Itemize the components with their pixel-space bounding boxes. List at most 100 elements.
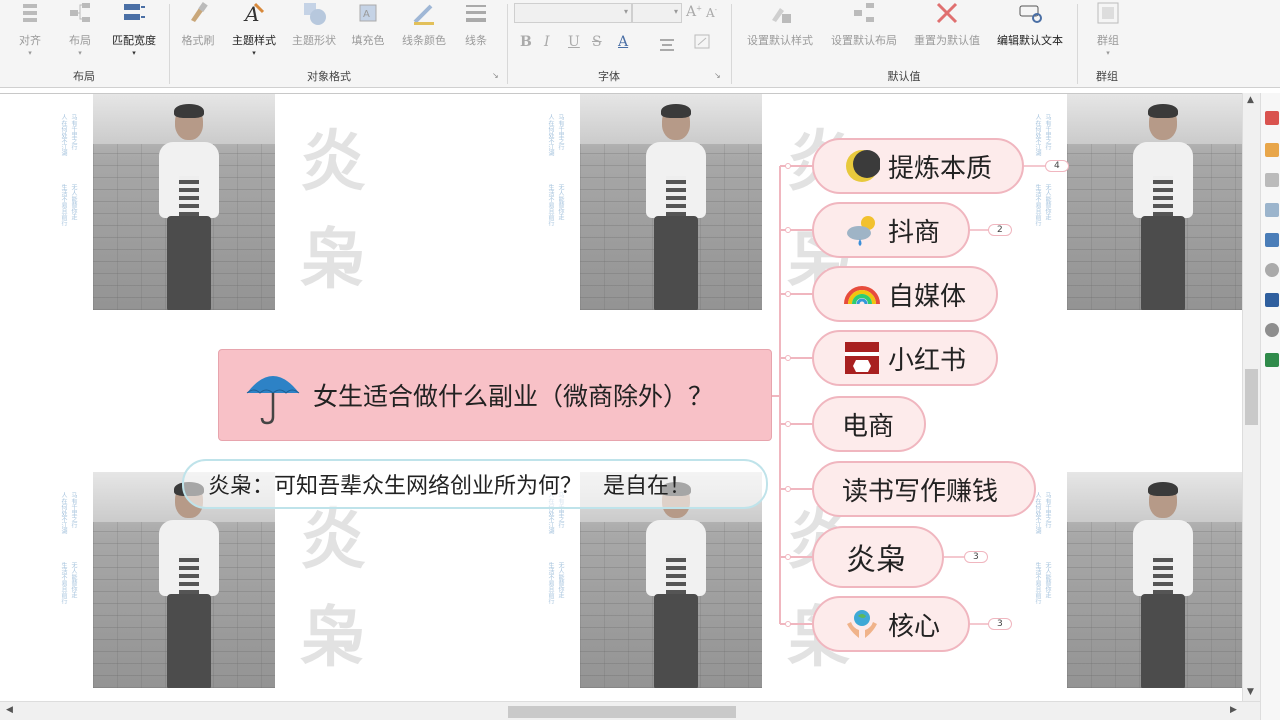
svg-text:A: A: [363, 9, 370, 20]
line-color-button[interactable]: 线条颜色: [396, 0, 452, 62]
line-button[interactable]: 线条: [456, 0, 496, 62]
branch-topic[interactable]: 抖商: [812, 202, 970, 258]
set-default-style-button[interactable]: 设置默认样式: [740, 0, 820, 62]
defaults-group-title: 默认值: [887, 70, 921, 83]
collapsed-count-badge[interactable]: 3: [988, 618, 1012, 630]
bold-button[interactable]: B: [520, 34, 532, 50]
style-brush-icon: [767, 0, 793, 26]
align-icon: [17, 0, 43, 26]
fit-width-button[interactable]: 匹配宽度 ▾: [108, 0, 160, 62]
branch-topic[interactable]: 核心: [812, 596, 970, 652]
edit-default-text-button[interactable]: 编辑默认文本: [990, 0, 1070, 62]
underline-button[interactable]: U: [568, 34, 580, 50]
connector-dot: [785, 163, 791, 169]
fill-color-button[interactable]: A 填充色: [346, 0, 390, 62]
theme-shape-button[interactable]: 主题形状: [286, 0, 342, 62]
font-size-select[interactable]: ▾: [632, 3, 682, 23]
scroll-down-icon[interactable]: ▼: [1247, 687, 1254, 697]
globe-icon[interactable]: [1265, 323, 1279, 337]
dialog-launcher-icon[interactable]: ↘: [492, 71, 499, 80]
branch-topic[interactable]: 电商: [812, 396, 926, 452]
connector-dot: [785, 355, 791, 361]
outline-icon[interactable]: [1265, 293, 1279, 307]
shrink-font-icon[interactable]: A-: [706, 6, 717, 20]
reset-default-button[interactable]: 重置为默认值: [908, 0, 986, 62]
branch-topic-label: 电商: [842, 411, 895, 442]
branch-topic-label: 小红书: [888, 345, 967, 376]
branch-topic[interactable]: 提炼本质: [812, 138, 1024, 194]
right-tool-panel: [1260, 93, 1280, 720]
connector-dot: [785, 621, 791, 627]
italic-button[interactable]: I: [544, 34, 550, 50]
clear-format-icon[interactable]: [694, 34, 712, 50]
group-icon: [1095, 0, 1121, 26]
collapsed-count-badge[interactable]: 3: [964, 551, 988, 563]
scroll-right-icon[interactable]: ▶: [1230, 705, 1237, 715]
vertical-scrollbar[interactable]: ▲ ▼: [1242, 93, 1260, 701]
format-painter-button[interactable]: 格式刷: [176, 0, 220, 62]
group-button[interactable]: 群组 ▾: [1086, 0, 1130, 62]
central-topic[interactable]: 女生适合做什么副业（微商除外）？: [218, 349, 772, 441]
connector-dot: [785, 421, 791, 427]
strikethrough-button[interactable]: S: [592, 34, 602, 50]
calendar-icon[interactable]: [1265, 143, 1279, 157]
set-default-layout-button[interactable]: 设置默认布局: [824, 0, 904, 62]
object-format-group-title: 对象格式: [307, 70, 351, 83]
branch-topic[interactable]: 小红书: [812, 330, 998, 386]
umbrella-icon: [245, 365, 301, 425]
callout-bubble[interactable]: 炎枭：可知吾辈众生网络创业所为何？ 是自在！: [182, 459, 768, 509]
line-style-icon: [463, 0, 489, 26]
format-panel-icon[interactable]: [1265, 111, 1279, 125]
callout-text: 炎枭：可知吾辈众生网络创业所为何？ 是自在！: [208, 474, 691, 499]
object-format-group: 格式刷 A 主题样式 ▾ 主题形状 A 填充色 线条颜色 线条 对象格式 ↘: [170, 0, 506, 88]
globe-hands-icon: [844, 606, 880, 642]
group-group-title: 群组: [1096, 70, 1118, 83]
scroll-up-icon[interactable]: ▲: [1247, 95, 1254, 105]
edit-text-icon: [1017, 0, 1043, 26]
brush-icon: [185, 0, 211, 26]
grow-font-icon[interactable]: A+: [686, 4, 702, 20]
font-family-select[interactable]: ▾: [514, 3, 632, 23]
vertical-scroll-thumb[interactable]: [1245, 369, 1258, 425]
layout-group-title: 布局: [73, 70, 95, 83]
font-group-title: 字体: [598, 70, 620, 83]
share-icon[interactable]: [1265, 203, 1279, 217]
branch-topic[interactable]: 炎枭: [812, 526, 944, 588]
image-icon[interactable]: [1265, 233, 1279, 247]
align-button[interactable]: 对齐 ▾: [8, 0, 52, 62]
excel-icon[interactable]: [1265, 353, 1279, 367]
ribbon-toolbar: 对齐 ▾ 布局 ▾ 匹配宽度 ▾ 布局 格式刷 A 主题样式 ▾ 主题形状 A …: [0, 0, 1280, 88]
connector-dot: [785, 227, 791, 233]
collapsed-count-badge[interactable]: 2: [988, 224, 1012, 236]
fit-width-icon: [121, 0, 147, 26]
dialog-launcher-icon[interactable]: ↘: [714, 71, 721, 80]
theme-style-button[interactable]: A 主题样式 ▾: [226, 0, 282, 62]
search-icon[interactable]: [1265, 263, 1279, 277]
group-group: 群组 ▾ 群组: [1078, 0, 1138, 88]
mindmap-canvas[interactable]: 人在何处不江湖 生活不易且前行 马有千里之行 无人能替你走炎枭人在何处不江湖 生活不易且…: [0, 93, 1242, 701]
align-text-icon[interactable]: [660, 36, 676, 51]
line-color-icon: [411, 0, 437, 26]
fill-color-icon: A: [355, 0, 381, 26]
connector-dot: [785, 486, 791, 492]
branch-topic-label: 炎枭: [846, 543, 906, 578]
collapsed-count-badge[interactable]: 4: [1045, 160, 1069, 172]
layout-button[interactable]: 布局 ▾: [58, 0, 102, 62]
branch-topic[interactable]: 读书写作赚钱: [812, 461, 1036, 517]
scroll-left-icon[interactable]: ◀: [6, 705, 13, 715]
horizontal-scrollbar[interactable]: ◀ ▶: [0, 701, 1260, 720]
branch-topic-label: 抖商: [888, 217, 941, 248]
font-color-button[interactable]: A: [618, 34, 628, 50]
layout-default-icon: [851, 0, 877, 26]
branch-topic-label: 自媒体: [888, 281, 967, 312]
connector-dot: [785, 554, 791, 560]
horizontal-scroll-thumb[interactable]: [508, 706, 736, 718]
person-icon[interactable]: [1265, 173, 1279, 187]
weather-icon: [844, 212, 880, 248]
layout-group: 对齐 ▾ 布局 ▾ 匹配宽度 ▾ 布局: [0, 0, 168, 88]
rainbow-icon: [844, 276, 880, 312]
branch-topic-label: 读书写作赚钱: [842, 476, 999, 507]
font-group: ▾ ▾ A+ A- B I U S A 字体 ↘: [508, 0, 730, 88]
branch-topic[interactable]: 自媒体: [812, 266, 998, 322]
theme-shape-icon: [301, 0, 327, 26]
